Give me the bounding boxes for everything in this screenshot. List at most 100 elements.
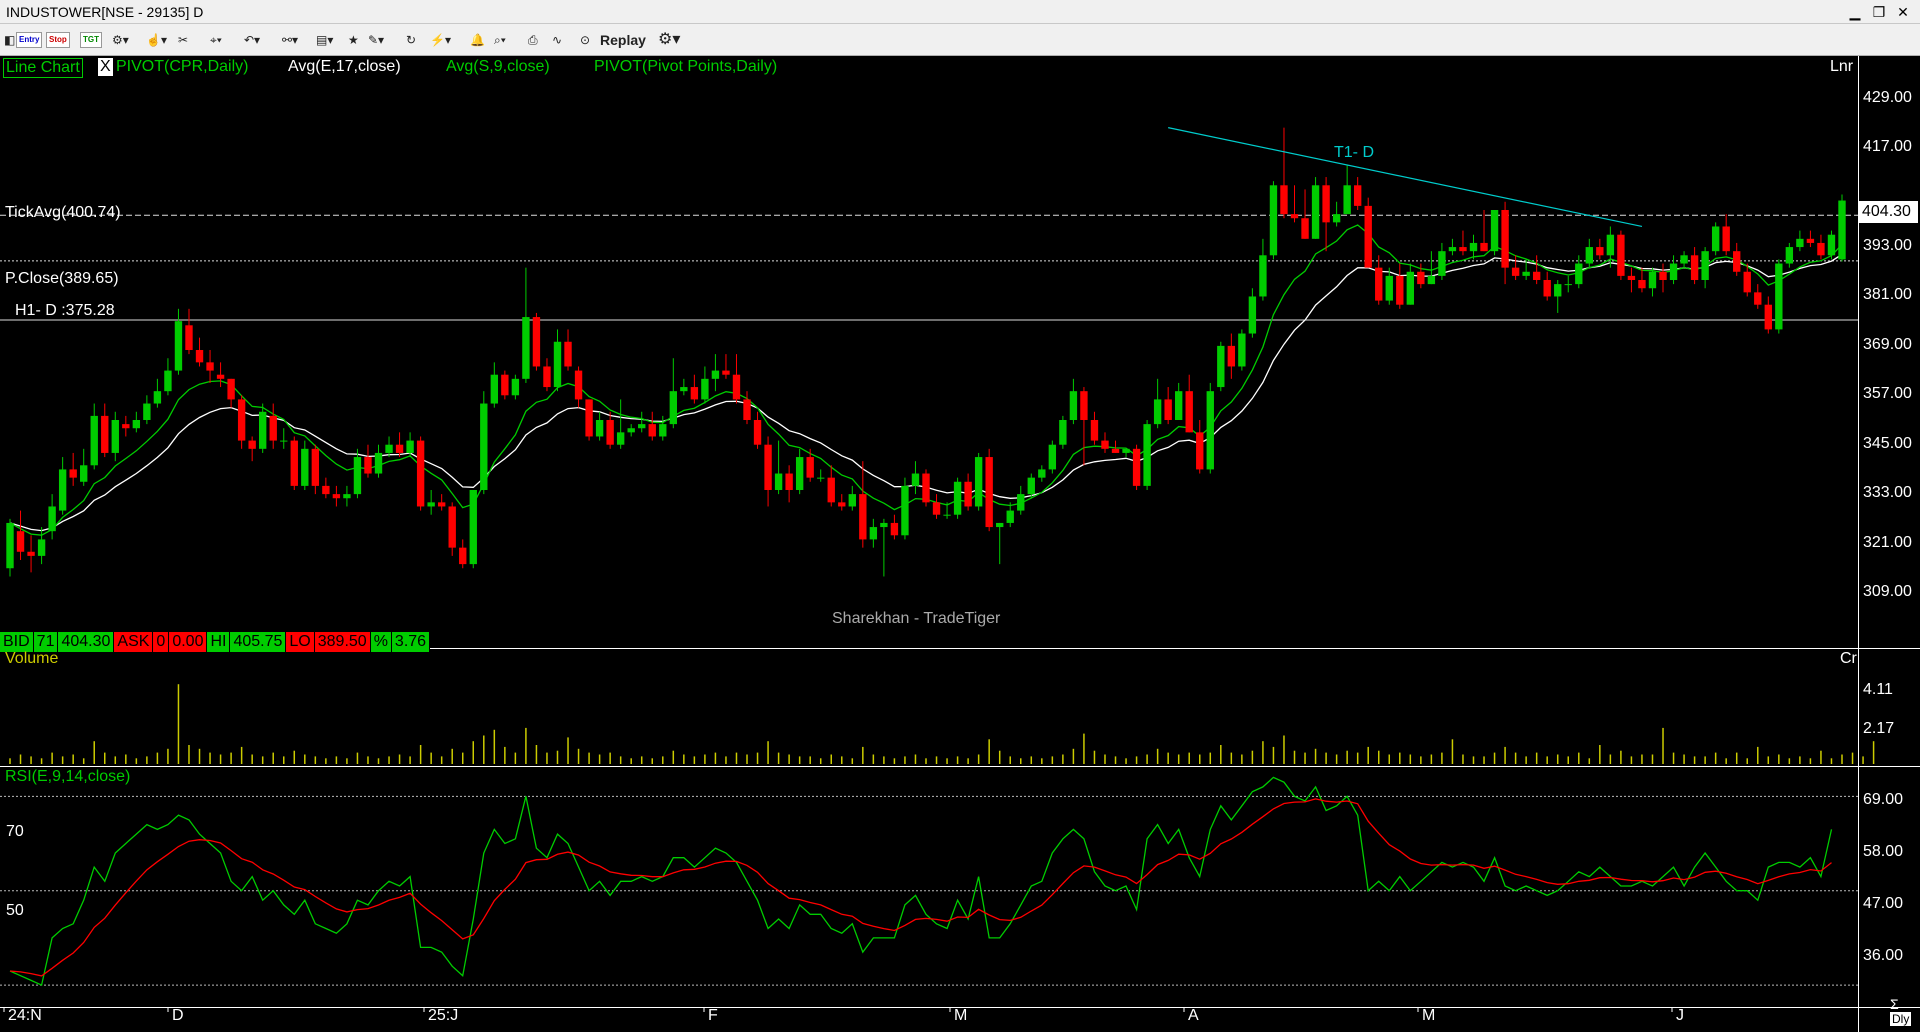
watermark: Sharekhan - TradeTiger: [832, 610, 1001, 627]
ask-qty: 0: [153, 632, 170, 652]
period-selector[interactable]: Dly: [1890, 1012, 1912, 1026]
candle-body: [1522, 271, 1530, 276]
candle-body: [1680, 255, 1688, 264]
candle-body: [553, 341, 562, 388]
candle-body: [227, 378, 235, 400]
rsi-tick: 58.00: [1863, 842, 1904, 860]
legend-pivot-cpr[interactable]: PIVOT(CPR,Daily): [116, 58, 248, 76]
candle-body: [964, 481, 972, 507]
candle-body: [185, 325, 193, 350]
candle-body: [1532, 271, 1541, 280]
candle-body: [522, 317, 530, 379]
candle-body: [785, 473, 793, 490]
candle-body: [395, 444, 404, 453]
legend-pivot-points[interactable]: PIVOT(Pivot Points,Daily): [594, 58, 777, 76]
candle-body: [627, 428, 635, 433]
volume-panel-title[interactable]: Volume: [5, 650, 58, 668]
volume-tick: 2.17: [1863, 720, 1895, 737]
chart-canvas[interactable]: [0, 0, 1920, 1032]
candle-body: [322, 485, 330, 495]
last-price-box: 404.30: [1858, 201, 1918, 223]
candle-body: [1280, 185, 1288, 215]
candle-body: [1111, 448, 1120, 453]
quote-bar: BID 71 404.30 ASK 0 0.00 HI 405.75 LO 38…: [0, 632, 431, 652]
rsi-level-70: 70: [6, 823, 24, 840]
prev-close-label: P.Close(389.65): [5, 270, 119, 287]
price-tick: 369.00: [1863, 335, 1912, 353]
candle-body: [880, 522, 888, 528]
legend-avg-sma[interactable]: Avg(S,9,close): [446, 58, 550, 76]
candle-body: [996, 522, 1004, 528]
candle-body: [1132, 448, 1141, 486]
candle-body: [585, 399, 593, 437]
sigma-icon[interactable]: Σ: [1890, 996, 1899, 1012]
candle-body: [1796, 238, 1804, 248]
candle-body: [1638, 280, 1646, 289]
candle-body: [1396, 275, 1404, 305]
legend-close-button[interactable]: X: [98, 58, 113, 76]
candle-body: [174, 321, 183, 371]
candle-body: [1227, 345, 1236, 367]
candle-body: [1754, 292, 1762, 305]
candle-body: [1353, 185, 1362, 206]
tick-avg-label: TickAvg(400.74): [5, 204, 121, 221]
candle-body: [795, 457, 804, 490]
candle-body: [385, 444, 393, 453]
candle-body: [532, 317, 541, 367]
rsi-line: [9, 776, 1833, 987]
candle-body: [1606, 234, 1615, 256]
candle-body: [732, 374, 741, 400]
rsi-tick: 47.00: [1863, 894, 1904, 912]
candle-body: [838, 502, 846, 507]
legend-avg-ema[interactable]: Avg(E,17,close): [288, 58, 401, 76]
candle-body: [1659, 271, 1667, 280]
candle-body: [1343, 185, 1351, 215]
candle-body: [1101, 440, 1109, 449]
rsi-panel-title[interactable]: RSI(E,9,14,close): [5, 768, 130, 786]
price-tick: 417.00: [1863, 138, 1912, 156]
candle-body: [1648, 271, 1657, 289]
candle-body: [1301, 218, 1309, 239]
candle-body: [1048, 444, 1057, 470]
candle-body: [595, 420, 604, 437]
candle-body: [1806, 238, 1815, 243]
candle-body: [290, 440, 298, 486]
candle-body: [1122, 448, 1130, 453]
candle-body: [1722, 226, 1730, 252]
t1-trend-label: T1- D: [1334, 144, 1374, 161]
time-axis-label: D: [172, 1007, 184, 1024]
candle-body: [248, 440, 256, 449]
time-axis-label: 25:J: [428, 1007, 459, 1024]
ask-price: 0.00: [169, 632, 208, 652]
candle-body: [122, 424, 130, 429]
bid-label: BID: [0, 632, 34, 652]
candle-body: [943, 514, 951, 516]
candle-body: [406, 440, 414, 453]
candle-body: [711, 370, 720, 379]
candle-body: [1669, 263, 1678, 280]
candle-body: [859, 494, 867, 540]
candle-body: [1196, 432, 1204, 470]
hi-value: 405.75: [230, 632, 287, 652]
rsi-tick: 69.00: [1863, 791, 1904, 809]
candle-body: [1596, 247, 1604, 256]
candle-body: [1711, 226, 1720, 252]
legend-line-chart[interactable]: Line Chart: [3, 58, 83, 78]
candle-body: [469, 490, 477, 565]
candle-body: [1027, 477, 1035, 495]
candle-body: [1785, 247, 1794, 264]
candle-body: [416, 440, 425, 507]
candle-body: [1564, 284, 1572, 286]
h1-level-label: H1- D :375.28: [15, 302, 115, 319]
candle-body: [1069, 391, 1078, 420]
candle-body: [269, 415, 277, 441]
candle-body: [90, 415, 98, 466]
candle-body: [869, 527, 878, 540]
candle-body: [48, 506, 56, 532]
candle-body: [680, 387, 688, 392]
candle-body: [1206, 391, 1214, 470]
candle-body: [564, 341, 572, 367]
candle-body: [953, 481, 962, 515]
trend-line: [1168, 127, 1643, 228]
candle-body: [1480, 242, 1488, 252]
